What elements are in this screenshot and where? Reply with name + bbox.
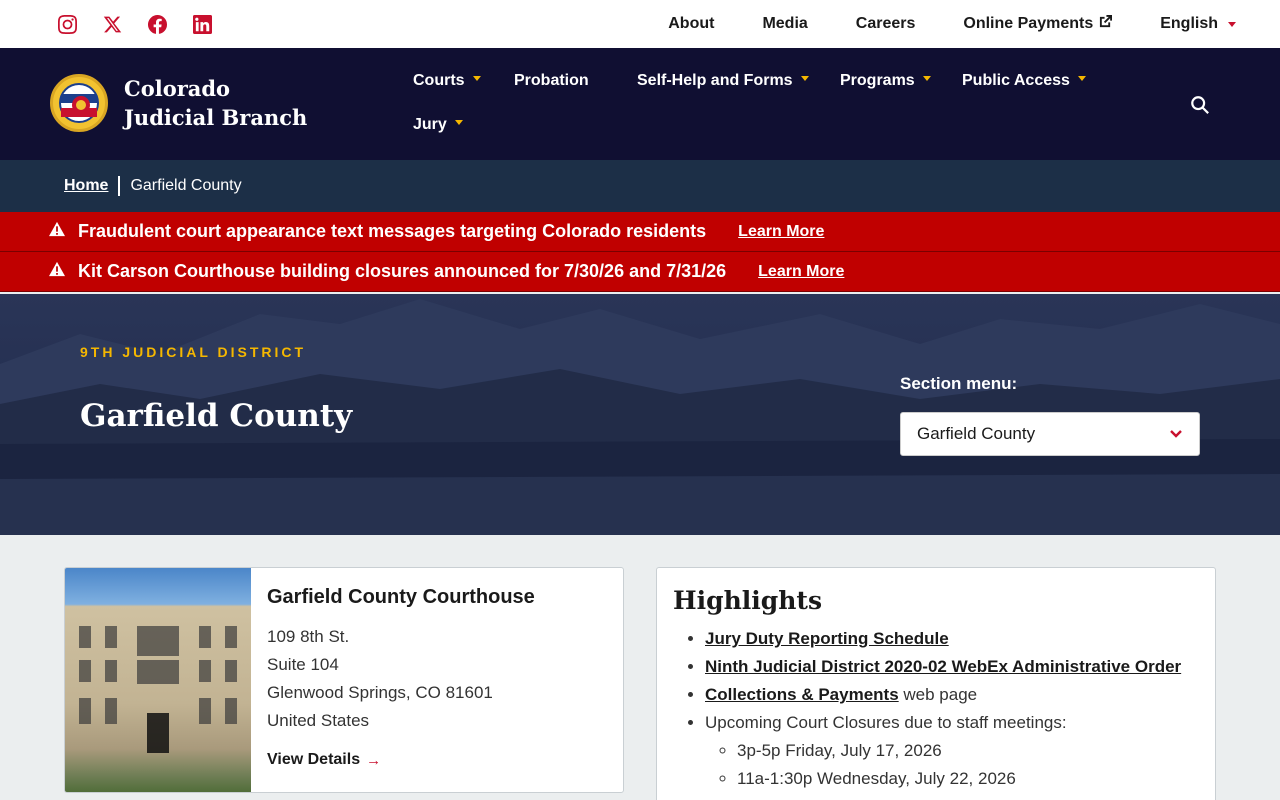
warning-icon — [48, 221, 66, 242]
careers-link[interactable]: Careers — [856, 15, 916, 33]
breadcrumb-home[interactable]: Home — [64, 177, 108, 195]
alert-banner: Fraudulent court appearance text message… — [0, 212, 1280, 252]
colorado-courts-seal-icon — [50, 74, 108, 132]
address-line: Glenwood Springs, CO 81601 — [267, 683, 493, 702]
alert-message: Fraudulent court appearance text message… — [78, 221, 707, 241]
breadcrumb-current: Garfield County — [130, 177, 242, 194]
search-button[interactable] — [1190, 95, 1210, 120]
utility-links: About Media Careers Online Payments Engl… — [668, 15, 1236, 33]
list-item: Ninth Judicial District 2020-02 WebEx Ad… — [705, 653, 1199, 681]
x-twitter-icon[interactable] — [103, 15, 122, 34]
webex-order-link[interactable]: Ninth Judicial District 2020-02 WebEx Ad… — [705, 657, 1181, 676]
chevron-down-icon — [1170, 430, 1182, 438]
nav-programs-label: Programs — [840, 72, 915, 89]
facebook-icon[interactable] — [148, 14, 167, 34]
linkedin-icon[interactable] — [193, 14, 212, 34]
external-link-icon — [1099, 15, 1113, 33]
nav-probation-label: Probation — [514, 72, 589, 89]
media-label: Media — [762, 15, 808, 32]
chevron-down-icon — [454, 119, 463, 125]
nav-public-access-label: Public Access — [962, 72, 1070, 89]
online-payments-label: Online Payments — [963, 15, 1094, 32]
nav-self-help-label: Self-Help and Forms — [637, 72, 793, 89]
alert-learn-more-link[interactable]: Learn More — [738, 223, 824, 241]
alert-message: Kit Carson Courthouse building closures … — [78, 261, 727, 281]
section-menu-select[interactable]: Garfield County — [900, 412, 1200, 456]
section-menu-label: Section menu: — [900, 374, 1018, 393]
jury-schedule-link[interactable]: Jury Duty Reporting Schedule — [705, 629, 949, 648]
nav-jury-label: Jury — [413, 116, 447, 133]
site-title: Colorado Judicial Branch — [124, 76, 308, 130]
courthouse-card: Garfield County Courthouse 109 8th St. S… — [64, 567, 624, 793]
nav-self-help-forms[interactable]: Self-Help and Forms — [637, 72, 840, 90]
chevron-down-icon — [1228, 21, 1236, 27]
district-label: 9TH JUDICIAL DISTRICT — [80, 344, 307, 360]
online-payments-link[interactable]: Online Payments — [963, 15, 1113, 33]
language-selector[interactable]: English — [1160, 15, 1236, 33]
hero-banner: 9TH JUDICIAL DISTRICT Garfield County Se… — [0, 294, 1280, 535]
about-label: About — [668, 15, 715, 32]
alert-banner: Kit Carson Courthouse building closures … — [0, 252, 1280, 292]
view-details-link[interactable]: View Details → — [267, 751, 381, 769]
section-menu-value: Garfield County — [917, 424, 1036, 443]
language-label: English — [1160, 15, 1218, 32]
address-line: United States — [267, 711, 370, 730]
nav-courts-label: Courts — [413, 72, 465, 89]
closures-heading: Upcoming Court Closures due to staff mee… — [705, 713, 1067, 732]
media-link[interactable]: Media — [762, 15, 807, 33]
courthouse-title: Garfield County Courthouse — [267, 586, 535, 608]
warning-icon — [48, 261, 66, 282]
primary-nav: Courts Probation Self-Help and Forms Pro… — [413, 70, 1113, 158]
chevron-down-icon — [922, 75, 931, 81]
list-item: Collections & Payments web page — [705, 681, 1199, 709]
collections-suffix: web page — [898, 685, 978, 704]
chevron-down-icon — [472, 75, 481, 81]
address-line: Suite 104 — [267, 655, 339, 674]
instagram-icon[interactable] — [58, 14, 77, 34]
main-header: Colorado Judicial Branch Courts Probatio… — [0, 48, 1280, 160]
closure-item: 11a-1:30p Wednesday, July 22, 2026 — [737, 765, 1199, 793]
list-item: Upcoming Court Closures due to staff mee… — [705, 709, 1199, 793]
courthouse-address: 109 8th St. Suite 104 Glenwood Springs, … — [267, 623, 535, 735]
highlights-list: Jury Duty Reporting Schedule Ninth Judic… — [673, 625, 1199, 793]
closure-item: 3p-5p Friday, July 17, 2026 — [737, 737, 1199, 765]
social-links — [58, 14, 212, 34]
about-link[interactable]: About — [668, 15, 714, 33]
nav-programs[interactable]: Programs — [840, 72, 962, 90]
highlights-title: Highlights — [673, 586, 823, 615]
breadcrumb-divider — [118, 176, 121, 196]
nav-jury[interactable]: Jury — [413, 116, 463, 134]
arrow-right-icon: → — [366, 751, 382, 769]
careers-label: Careers — [855, 15, 916, 32]
nav-probation[interactable]: Probation — [514, 72, 637, 90]
alert-learn-more-link[interactable]: Learn More — [758, 263, 844, 281]
nav-public-access[interactable]: Public Access — [962, 72, 1086, 90]
courthouse-photo — [65, 568, 251, 792]
breadcrumb: Home Garfield County — [0, 160, 1280, 212]
highlights-card: Highlights Jury Duty Reporting Schedule … — [656, 567, 1216, 800]
utility-bar: About Media Careers Online Payments Engl… — [0, 0, 1280, 48]
address-line: 109 8th St. — [267, 627, 350, 646]
list-item: Jury Duty Reporting Schedule — [705, 625, 1199, 653]
collections-payments-link[interactable]: Collections & Payments — [705, 685, 899, 704]
search-icon — [1191, 96, 1209, 114]
page-title: Garfield County — [80, 398, 353, 434]
chevron-down-icon — [800, 75, 809, 81]
chevron-down-icon — [1077, 75, 1086, 81]
view-details-label: View Details — [267, 751, 361, 768]
nav-courts[interactable]: Courts — [413, 72, 514, 90]
site-logo[interactable]: Colorado Judicial Branch — [50, 74, 324, 132]
